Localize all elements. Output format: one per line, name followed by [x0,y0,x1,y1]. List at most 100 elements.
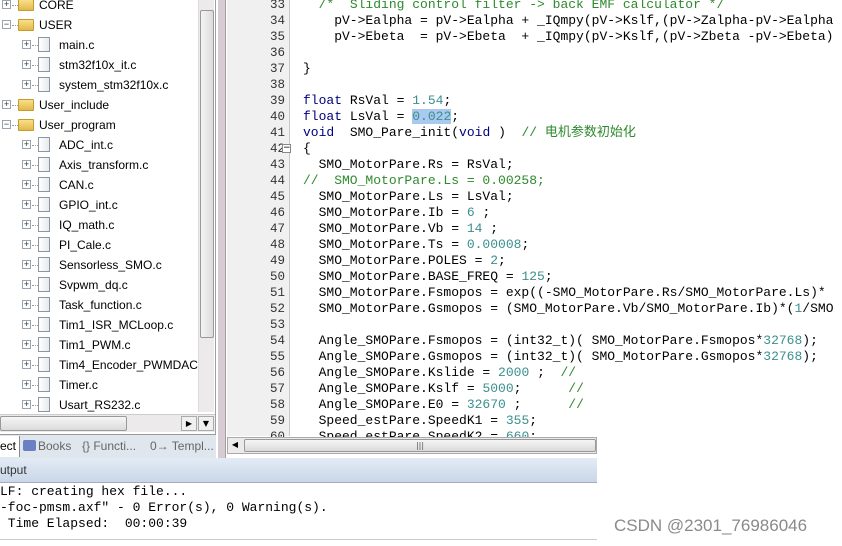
tree-item[interactable]: + Timer.c [0,375,198,395]
expand-icon[interactable]: + [22,180,31,189]
code-line[interactable]: SMO_MotorPare.Ib = 6 ; [303,205,491,221]
tree-item[interactable]: + Tim1_PWM.c [0,335,198,355]
expand-icon[interactable]: + [22,380,31,389]
expand-icon[interactable]: + [22,40,31,49]
tree-item[interactable]: + IQ_math.c [0,215,198,235]
tab-templates[interactable]: 0→ Templ... [150,436,216,457]
code-line[interactable]: float LsVal = 0.022; [303,109,459,125]
code-line[interactable]: { [303,141,311,157]
code-editor[interactable]: 33 34 35 36 37 38 39 40 41 42 43 44 45 46 47 48 49 50 51 52… [218,0,842,458]
expand-icon[interactable]: + [22,200,31,209]
code-line[interactable]: // SMO_MotorPare.Ls = 0.00258; [303,173,545,189]
code-line[interactable]: Angle_SMOPare.Fsmopos = (int32_t)( SMO_M… [303,333,818,349]
tree-item[interactable]: + Svpwm_dq.c [0,275,198,295]
code-number: 5000 [482,381,514,396]
tree-item[interactable]: + Usart_RS232.c [0,395,198,415]
code-text: SMO_MotorPare.POLES = [303,253,491,268]
tree-item[interactable]: + Sensorless_SMO.c [0,255,198,275]
code-line[interactable]: SMO_MotorPare.POLES = 2; [303,253,506,269]
expand-icon[interactable]: + [22,160,31,169]
code-text: Angle_SMOPare.E0 = [303,397,467,412]
file-icon [38,37,50,52]
tree-item[interactable]: + Tim4_Encoder_PWMDAC.c [0,355,207,375]
code-line[interactable]: pV->Ealpha = pV->Ealpha + _IQmpy(pV->Ksl… [303,13,833,29]
code-line[interactable]: void SMO_Pare_init(void ) // 电机参数初始化 [303,125,636,141]
code-comment: // SMO_MotorPare.Ls = 0.00258; [303,173,545,188]
tab-functions[interactable]: {} Functi... [82,436,148,457]
code-line[interactable]: SMO_MotorPare.Rs = RsVal; [303,157,514,173]
expand-icon[interactable]: + [2,100,11,109]
tree-item-label: PI_Cale.c [59,238,112,252]
tree-vertical-scrollbar[interactable] [198,0,214,412]
code-line[interactable]: Angle_SMOPare.Kslf = 5000; // [303,381,584,397]
tree-item[interactable]: + GPIO_int.c [0,195,198,215]
expand-icon[interactable]: + [22,400,31,409]
editor-horizontal-scrollbar[interactable]: ◀ ||| [227,437,597,454]
file-icon [38,157,50,172]
tree-item[interactable]: + system_stm32f10x.c [0,75,198,95]
tree-item[interactable]: + ADC_int.c [0,135,198,155]
code-line[interactable]: Speed_estPare.SpeedK1 = 355; [303,413,537,429]
code-text: ; [521,237,530,252]
scroll-thumb[interactable]: ||| [244,439,596,452]
scroll-right-icon[interactable]: ▶ [181,416,197,431]
expand-icon[interactable]: + [22,300,31,309]
tree-item[interactable]: + Task_function.c [0,295,198,315]
expand-icon[interactable]: + [22,220,31,229]
code-line[interactable]: Angle_SMOPare.Kslide = 2000 ; // [303,365,577,381]
expand-icon[interactable]: + [22,360,31,369]
scroll-left-icon[interactable]: ◀ [228,438,242,453]
tree-item[interactable]: + Axis_transform.c [0,155,198,175]
expand-icon[interactable]: + [22,340,31,349]
code-line[interactable]: Angle_SMOPare.E0 = 32670 ; // [303,397,584,413]
code-line[interactable]: pV->Ebeta = pV->Ebeta + _IQmpy(pV->Kslf,… [303,29,833,45]
code-line[interactable]: float RsVal = 1.54; [303,93,451,109]
code-number: 6 [466,205,475,220]
code-line[interactable]: SMO_MotorPare.Ts = 0.00008; [303,237,530,253]
code-line[interactable]: SMO_MotorPare.Ls = LsVal; [303,189,514,205]
collapse-icon[interactable]: − [2,20,11,29]
file-icon [38,137,50,152]
file-icon [38,77,50,92]
tree-horizontal-scrollbar[interactable]: ▶ ▼ [0,414,215,432]
code-line[interactable]: SMO_MotorPare.Gsmopos = (SMO_MotorPare.V… [303,301,834,317]
code-text: SMO_MotorPare.Fsmopos = exp((-SMO_MotorP… [303,285,826,300]
code-text: SMO_MotorPare.Rs = RsVal; [303,157,514,172]
expand-icon[interactable]: + [22,140,31,149]
code-line[interactable]: Angle_SMOPare.Gsmopos = (int32_t)( SMO_M… [303,349,818,365]
tree-item[interactable]: + stm32f10x_it.c [0,55,198,75]
fold-collapse-icon[interactable]: − [282,144,291,153]
tree-item-label: main.c [59,38,95,52]
tree-item[interactable]: + main.c [0,35,198,55]
tree-item[interactable]: − USER [0,15,198,35]
code-keyword: float [303,109,343,124]
chevron-down-icon[interactable]: ▼ [198,416,214,431]
scroll-thumb[interactable] [200,10,214,338]
tree-item[interactable]: + User_include [0,95,198,115]
expand-icon[interactable]: + [22,60,31,69]
tree-item[interactable]: + PI_Cale.c [0,235,198,255]
code-text: SMO_MotorPare.Vb = [303,221,467,236]
expand-icon[interactable]: + [22,80,31,89]
code-line[interactable]: SMO_MotorPare.Vb = 14 ; [303,221,498,237]
code-line[interactable]: SMO_MotorPare.BASE_FREQ = 125; [303,269,553,285]
tab-project[interactable]: ect [0,436,20,457]
tree-item[interactable]: + CAN.c [0,175,198,195]
line-number: 51 [269,286,285,300]
tab-books[interactable]: Books [20,436,80,457]
code-line[interactable]: SMO_MotorPare.Fsmopos = exp((-SMO_MotorP… [303,285,826,301]
expand-icon[interactable]: + [2,0,11,9]
tree-item[interactable]: + Tim1_ISR_MCLoop.c [0,315,198,335]
code-line[interactable]: /* Sliding control filter -> back EMF ca… [303,0,725,13]
scroll-thumb[interactable] [0,416,127,431]
expand-icon[interactable]: + [22,320,31,329]
line-number: 35 [269,30,285,44]
expand-icon[interactable]: + [22,260,31,269]
tree-item[interactable]: − User_program [0,115,198,135]
expand-icon[interactable]: + [22,240,31,249]
expand-icon[interactable]: + [22,280,31,289]
code-line[interactable]: } [303,61,311,77]
tree-item[interactable]: + CORE [0,0,198,15]
collapse-icon[interactable]: − [2,120,11,129]
file-icon [38,257,50,272]
